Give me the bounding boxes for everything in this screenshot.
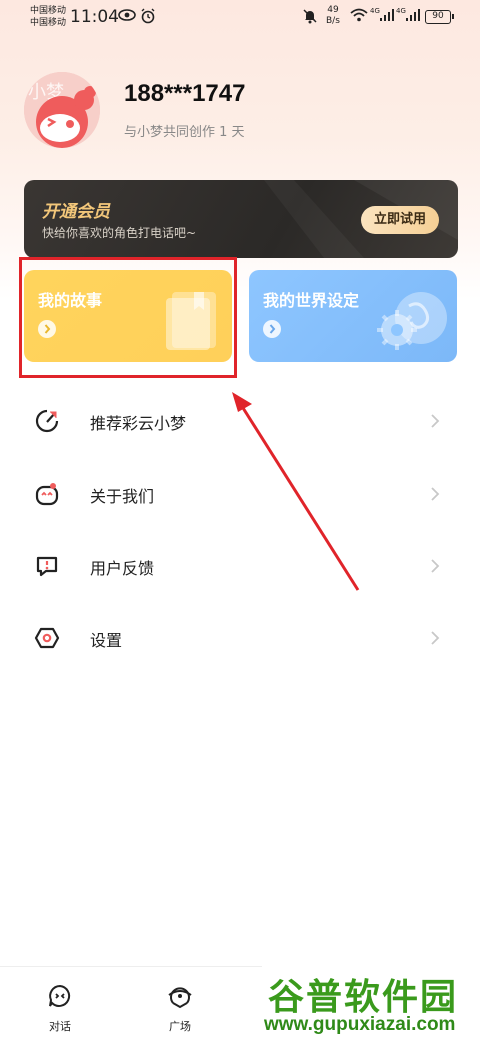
chat-icon bbox=[49, 984, 71, 1007]
nav-label-square: 广场 bbox=[169, 1020, 191, 1033]
watermark-title: 谷普软件园 bbox=[268, 976, 459, 1017]
nav-item-square[interactable]: 广场 bbox=[150, 983, 210, 1034]
annotation-arrow-icon bbox=[232, 392, 360, 591]
watermark: 谷普软件园 www.gupuxiazai.com bbox=[262, 966, 480, 1040]
square-icon bbox=[168, 987, 192, 1009]
nav-item-chat[interactable]: 对话 bbox=[30, 983, 90, 1034]
nav-label-chat: 对话 bbox=[49, 1020, 71, 1033]
watermark-url: www.gupuxiazai.com bbox=[264, 1014, 456, 1035]
